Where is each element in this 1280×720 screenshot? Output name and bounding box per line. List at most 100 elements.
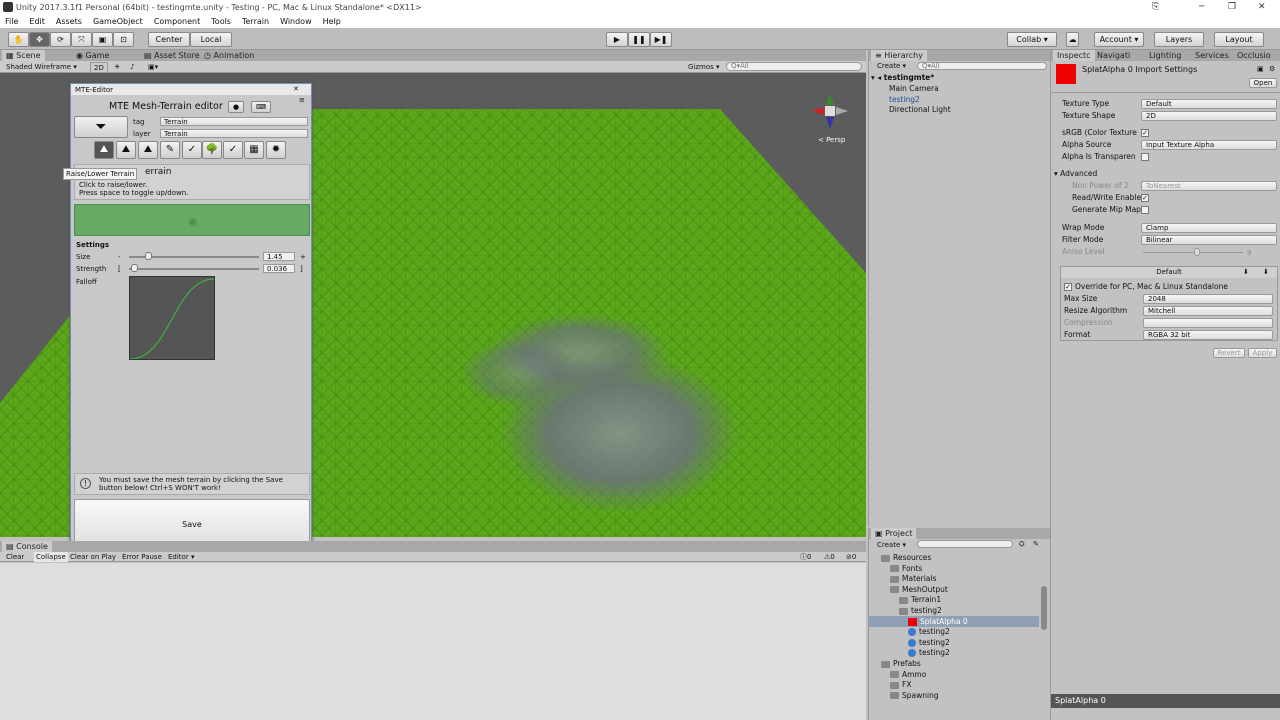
console-warning-count[interactable]: ⚠0: [824, 552, 835, 562]
override-checkbox[interactable]: ✓: [1064, 283, 1072, 291]
hierarchy-create-dropdown[interactable]: Create ▾: [877, 61, 906, 71]
platform-standalone-icon[interactable]: ⬇: [1263, 267, 1269, 277]
layout-button[interactable]: Layout: [1214, 32, 1264, 47]
minimize-icon[interactable]: ─: [1199, 2, 1204, 12]
pivot-center-button[interactable]: Center: [148, 32, 190, 47]
menu-gameobject[interactable]: GameObject: [93, 17, 143, 26]
project-item[interactable]: Prefabs: [869, 658, 1039, 669]
pivot-local-button[interactable]: Local: [190, 32, 232, 47]
asset-preview-bar[interactable]: SplatAlpha 0: [1051, 694, 1280, 708]
gizmos-dropdown[interactable]: Gizmos ▾: [688, 62, 720, 72]
project-item[interactable]: Ammo: [869, 669, 1039, 680]
project-scrollbar[interactable]: [1041, 586, 1047, 630]
strength-plus-icon[interactable]: ]: [300, 264, 303, 274]
effects-toggle-icon[interactable]: ▣▾: [148, 62, 158, 72]
menu-help[interactable]: Help: [323, 17, 341, 26]
tag-dropdown[interactable]: Terrain: [160, 117, 308, 126]
project-item[interactable]: Spawning: [869, 690, 1039, 701]
share-icon[interactable]: ⎘: [1152, 2, 1159, 12]
revert-button[interactable]: Revert: [1213, 348, 1245, 358]
layers-button[interactable]: Layers: [1154, 32, 1204, 47]
tab-animation[interactable]: ◷ Animation: [200, 50, 258, 61]
size-value-field[interactable]: 1.45: [263, 252, 295, 261]
shading-mode-dropdown[interactable]: Shaded Wireframe ▾: [6, 62, 77, 72]
read-write-checkbox[interactable]: ✓: [1141, 194, 1149, 202]
project-item[interactable]: testing2: [869, 605, 1039, 616]
project-item[interactable]: SplatAlpha 0: [869, 615, 1039, 627]
project-item[interactable]: MeshOutput: [869, 584, 1039, 595]
falloff-curve[interactable]: [129, 276, 215, 360]
project-item[interactable]: Fonts: [869, 563, 1039, 574]
alpha-transparency-checkbox[interactable]: [1141, 153, 1149, 161]
lighting-toggle-icon[interactable]: ☀: [114, 62, 120, 72]
mte-info-icon[interactable]: ●: [228, 101, 244, 113]
menu-component[interactable]: Component: [154, 17, 200, 26]
console-clear-button[interactable]: Clear: [6, 552, 24, 562]
size-slider-handle[interactable]: [145, 252, 152, 260]
smooth-height-icon[interactable]: ⛰: [138, 141, 158, 159]
alpha-source-dropdown[interactable]: Input Texture Alpha: [1141, 140, 1277, 150]
size-minus-icon[interactable]: -: [118, 252, 121, 262]
pause-button[interactable]: ❚❚: [628, 32, 650, 47]
filter-label-icon[interactable]: ✎: [1033, 539, 1039, 549]
strength-slider-handle[interactable]: [131, 264, 138, 272]
project-item[interactable]: testing2: [869, 637, 1039, 648]
texture-type-dropdown[interactable]: Default: [1141, 99, 1277, 109]
tab-game[interactable]: ◉ Game: [72, 50, 113, 61]
menu-tools[interactable]: Tools: [211, 17, 231, 26]
console-log-area[interactable]: [0, 563, 866, 720]
console-clear-on-play-button[interactable]: Clear on Play: [70, 552, 116, 562]
console-info-count[interactable]: ⓘ0: [800, 552, 811, 562]
detail-icon[interactable]: ✓: [223, 141, 243, 159]
project-item[interactable]: Materials: [869, 573, 1039, 584]
console-error-pause-button[interactable]: Error Pause: [122, 552, 162, 562]
audio-toggle-icon[interactable]: ♪: [130, 62, 134, 72]
tab-console[interactable]: ▤ Console: [2, 541, 52, 552]
mte-menu-icon[interactable]: ≡: [299, 95, 305, 105]
menu-terrain[interactable]: Terrain: [242, 17, 269, 26]
project-search-input[interactable]: [917, 540, 1013, 548]
apply-button[interactable]: Apply: [1248, 348, 1277, 358]
hand-tool-icon[interactable]: ✋: [8, 32, 29, 47]
tab-scene[interactable]: ▦ Scene: [2, 50, 45, 61]
cloud-icon[interactable]: ☁: [1066, 32, 1079, 47]
project-item[interactable]: testing2: [869, 647, 1039, 658]
menu-file[interactable]: File: [5, 17, 18, 26]
console-editor-dropdown[interactable]: Editor ▾: [168, 552, 194, 562]
tab-asset-store[interactable]: ▤ Asset Store: [140, 50, 204, 61]
format-dropdown[interactable]: RGBA 32 bit: [1143, 330, 1273, 340]
maximize-icon[interactable]: ❐: [1228, 2, 1236, 12]
size-plus-icon[interactable]: +: [300, 252, 306, 262]
tab-occlusion[interactable]: Occlusio: [1233, 50, 1275, 61]
paint-height-icon[interactable]: ⛰: [116, 141, 136, 159]
place-tree-icon[interactable]: 🌳: [202, 141, 222, 159]
scene-search-input[interactable]: Q▾All: [726, 62, 862, 71]
strength-minus-icon[interactable]: [: [118, 264, 121, 274]
generate-mipmap-checkbox[interactable]: [1141, 206, 1149, 214]
tab-navigation[interactable]: Navigati: [1093, 50, 1134, 61]
resize-algorithm-dropdown[interactable]: Mitchell: [1143, 306, 1273, 316]
rect-tool-icon[interactable]: ▣: [92, 32, 113, 47]
transform-tool-icon[interactable]: ⊡: [113, 32, 134, 47]
filter-mode-dropdown[interactable]: Bilinear: [1141, 235, 1277, 245]
console-collapse-button[interactable]: Collapse: [34, 552, 68, 562]
move-tool-icon[interactable]: ✥: [29, 32, 50, 47]
project-item[interactable]: Terrain1: [869, 594, 1039, 605]
step-button[interactable]: ▶❚: [650, 32, 672, 47]
tab-lighting[interactable]: Lighting: [1145, 50, 1185, 61]
download-icon[interactable]: ⬇: [1243, 267, 1249, 277]
mte-close-icon[interactable]: ✕: [293, 84, 299, 94]
srgb-checkbox[interactable]: ✓: [1141, 129, 1149, 137]
filter-type-icon[interactable]: ⛭: [1019, 539, 1025, 549]
texture-shape-dropdown[interactable]: 2D: [1141, 111, 1277, 121]
project-item[interactable]: testing2: [869, 626, 1039, 637]
rotate-tool-icon[interactable]: ⟳: [50, 32, 71, 47]
help-icon[interactable]: ▣: [1257, 64, 1264, 74]
play-button[interactable]: ▶: [606, 32, 628, 47]
place-grass-icon[interactable]: ✓: [182, 141, 202, 159]
console-error-count[interactable]: ⊘0: [846, 552, 856, 562]
settings-gear-icon[interactable]: ✹: [266, 141, 286, 159]
close-icon[interactable]: ✕: [1258, 2, 1266, 12]
mte-keyboard-icon[interactable]: ⌨: [251, 101, 271, 113]
tab-inspector[interactable]: Inspectc: [1053, 50, 1095, 61]
